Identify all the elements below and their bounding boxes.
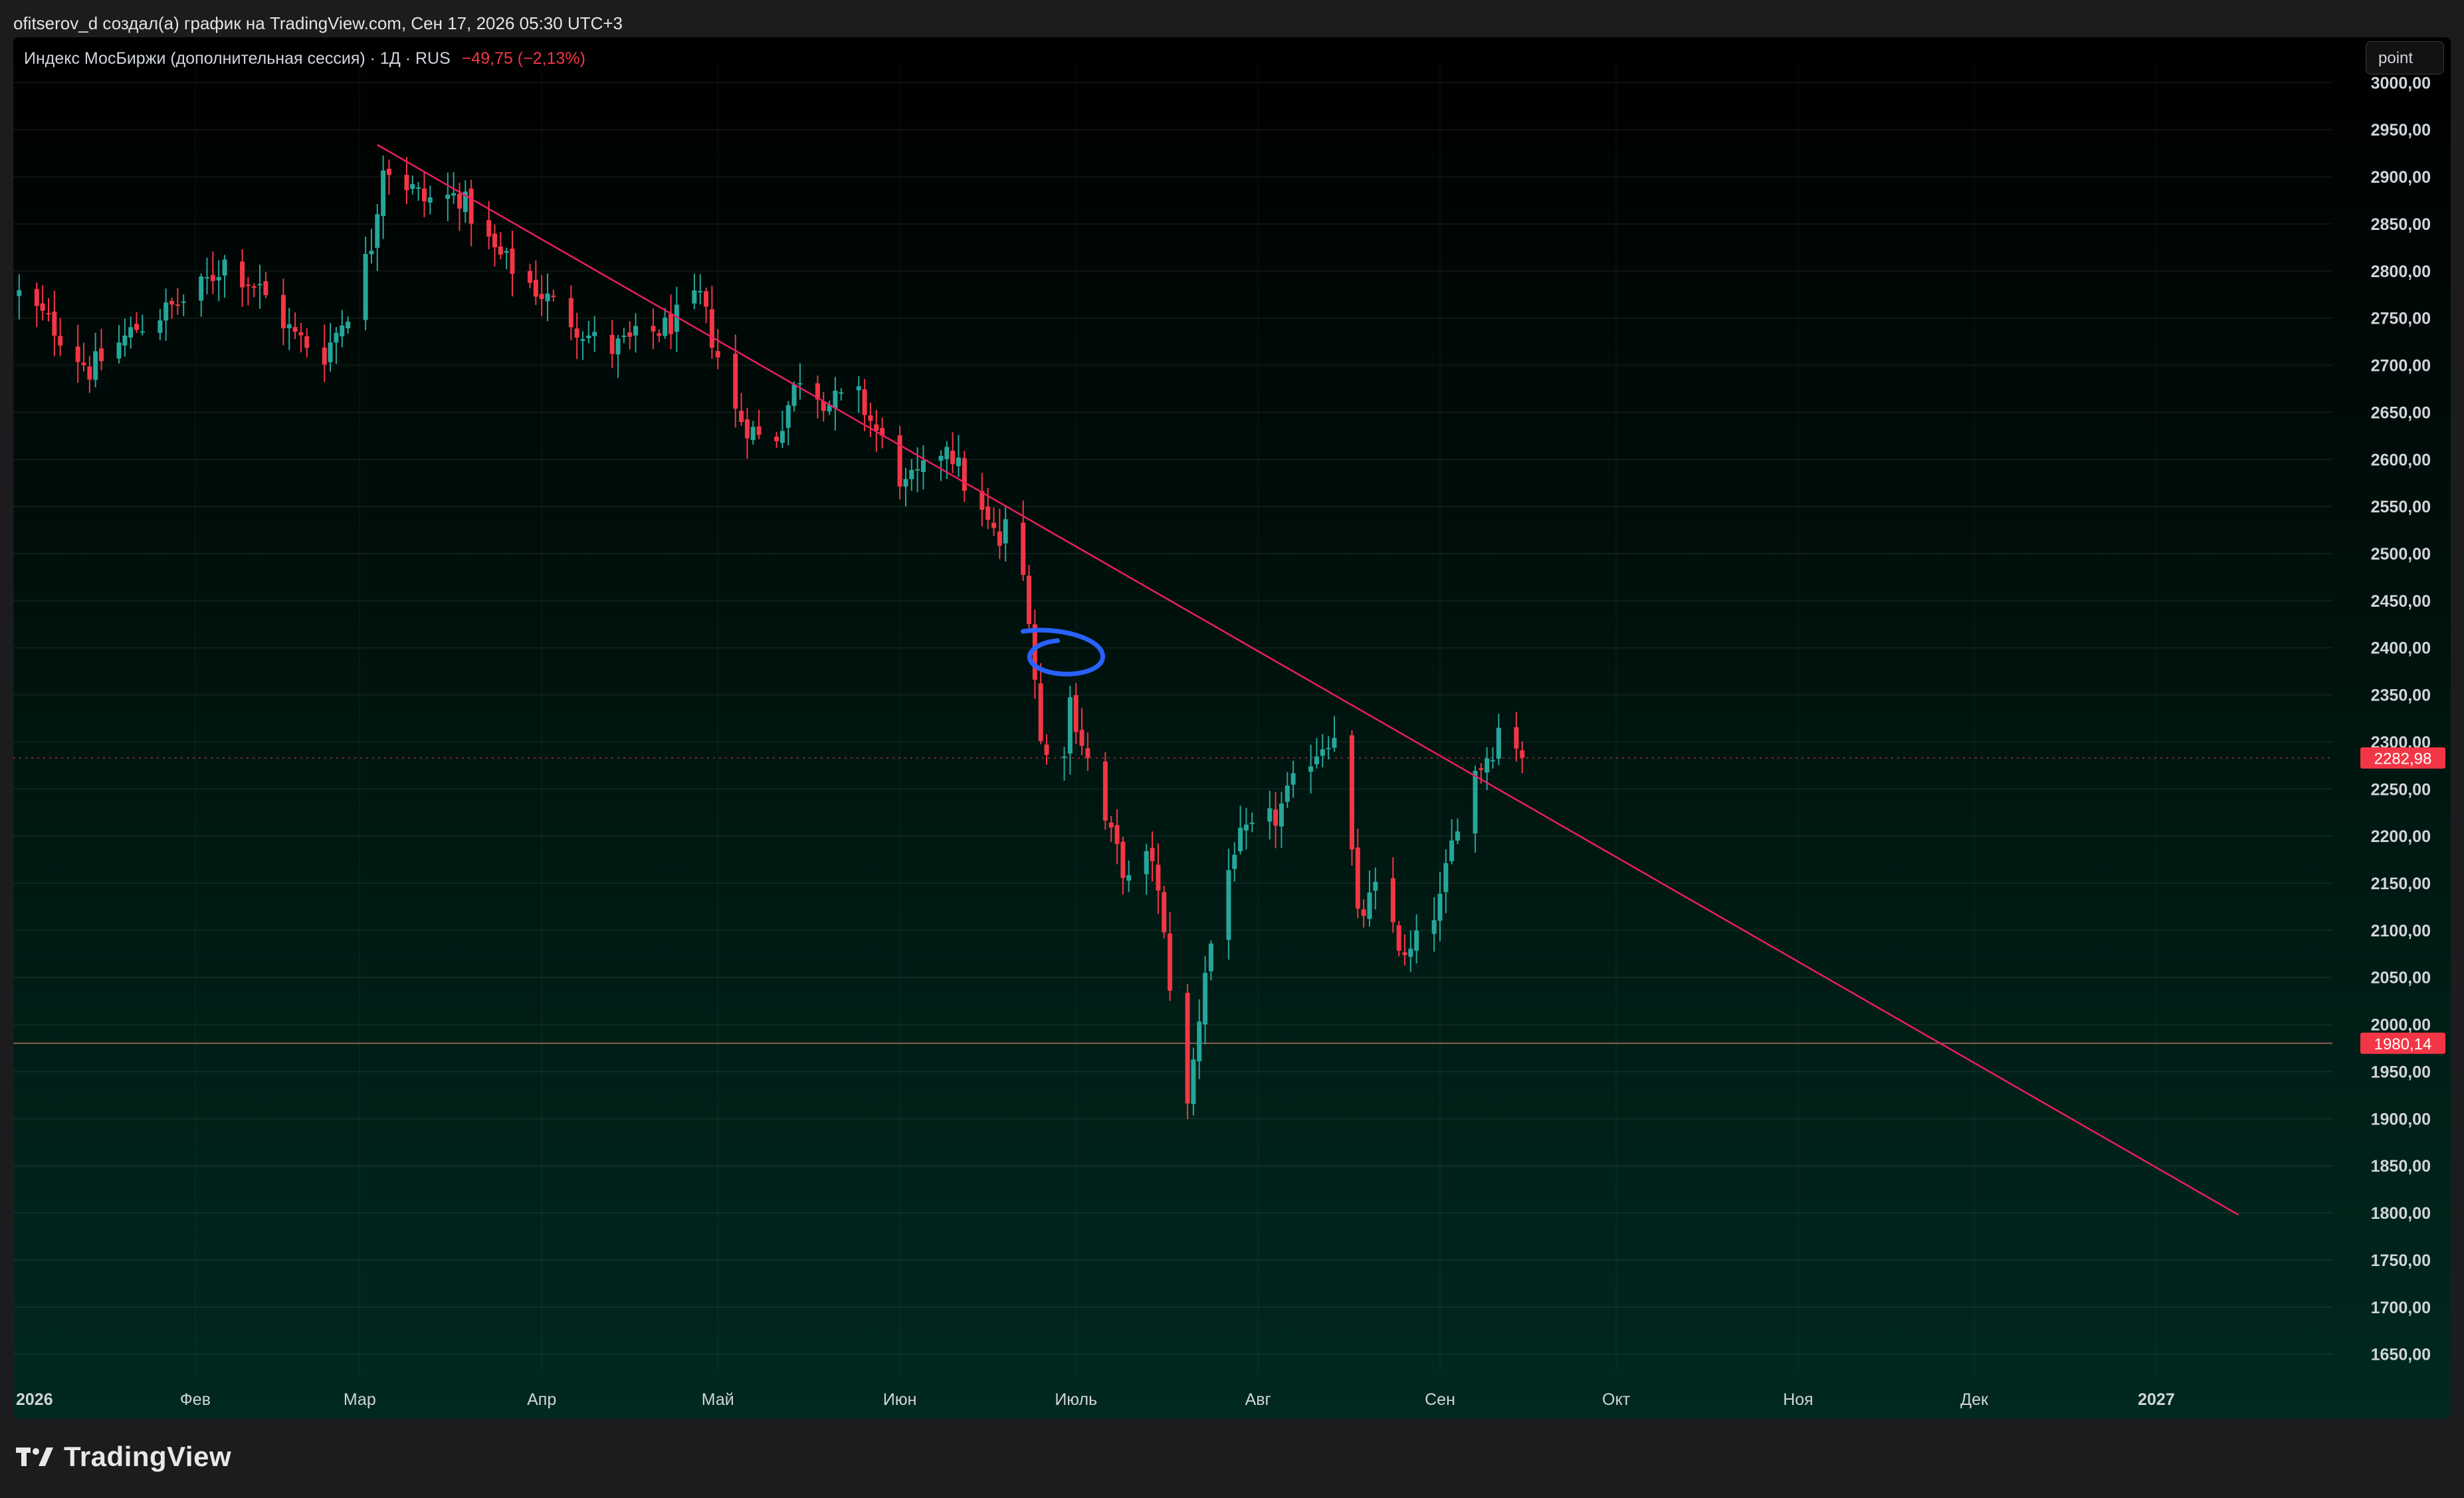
x-tick-label: 2026: [16, 1390, 53, 1409]
y-tick-label: 1900,00: [2371, 1110, 2431, 1128]
y-tick-label: 2900,00: [2371, 168, 2431, 187]
y-tick-label: 2500,00: [2371, 545, 2431, 564]
y-tick-label: 2200,00: [2371, 827, 2431, 846]
chart-frame[interactable]: 3000,00 2950,00 2900,00 2850,00 2800,00 2750,…: [13, 37, 2451, 1418]
y-tick-label: 2400,00: [2371, 639, 2431, 658]
x-tick-label: Апр: [527, 1390, 556, 1409]
y-tick-label: 1850,00: [2371, 1157, 2431, 1176]
x-tick-label: Май: [702, 1390, 734, 1409]
y-tick-label: 1650,00: [2371, 1346, 2431, 1364]
candle[interactable]: [1102, 752, 1108, 830]
x-tick-label: 2027: [2138, 1390, 2175, 1409]
y-tick-label: 2100,00: [2371, 922, 2431, 940]
x-tick-label: Дек: [1960, 1390, 1989, 1409]
y-tick-label: 2750,00: [2371, 310, 2431, 328]
y-tick-label: 2800,00: [2371, 263, 2431, 281]
y-tick-label: 2150,00: [2371, 875, 2431, 893]
tradingview-logo[interactable]: TradingView: [15, 1441, 231, 1473]
y-tick-label: 2950,00: [2371, 121, 2431, 140]
price-badge-label: 1980,14: [2374, 1035, 2432, 1053]
y-tick-label: 2050,00: [2371, 969, 2431, 988]
y-tick-label: 2650,00: [2371, 403, 2431, 422]
x-tick-label: Сен: [1425, 1390, 1455, 1409]
y-tick-label: 2850,00: [2371, 215, 2431, 234]
publish-caption: ofitserov_d создал(а) график на TradingV…: [13, 13, 623, 33]
point-button[interactable]: point: [2366, 41, 2444, 74]
y-tick-label: 1950,00: [2371, 1063, 2431, 1081]
y-tick-label: 1800,00: [2371, 1204, 2431, 1223]
x-tick-label: Авг: [1245, 1390, 1271, 1409]
symbol-title: Индекс МосБиржи (дополнительная сессия) …: [24, 49, 451, 68]
price-badge-label: 2282,98: [2374, 750, 2432, 768]
x-tick-label: Ноя: [1783, 1390, 1813, 1409]
symbol-legend: Индекс МосБиржи (дополнительная сессия) …: [24, 49, 585, 68]
y-tick-label: 2700,00: [2371, 357, 2431, 375]
candle[interactable]: [1162, 885, 1167, 939]
price-change: −49,75 (−2,13%): [461, 49, 585, 68]
candle[interactable]: [1185, 984, 1190, 1120]
y-tick-label: 2000,00: [2371, 1016, 2431, 1035]
y-tick-label: 2350,00: [2371, 687, 2431, 705]
y-tick-label: 2550,00: [2371, 498, 2431, 516]
brand-name: TradingView: [64, 1441, 232, 1472]
y-tick-label: 1750,00: [2371, 1251, 2431, 1270]
y-tick-label: 2600,00: [2371, 451, 2431, 469]
candle[interactable]: [1349, 730, 1354, 866]
y-tick-label: 2250,00: [2371, 780, 2431, 799]
y-tick-label: 1700,00: [2371, 1299, 2431, 1317]
candlestick-chart[interactable]: 3000,00 2950,00 2900,00 2850,00 2800,00 2750,…: [13, 37, 2451, 1418]
x-tick-label: Июль: [1055, 1390, 1097, 1409]
x-tick-label: Фев: [180, 1390, 211, 1409]
y-tick-label: 2450,00: [2371, 592, 2431, 611]
x-tick-label: Окт: [1602, 1390, 1631, 1409]
y-tick-label: 3000,00: [2371, 74, 2431, 92]
tradingview-logo-icon: [16, 1447, 53, 1466]
chart-page: ofitserov_d создал(а) график на TradingV…: [0, 0, 2464, 1498]
x-tick-label: Июн: [883, 1390, 917, 1409]
x-tick-label: Мар: [344, 1390, 376, 1409]
